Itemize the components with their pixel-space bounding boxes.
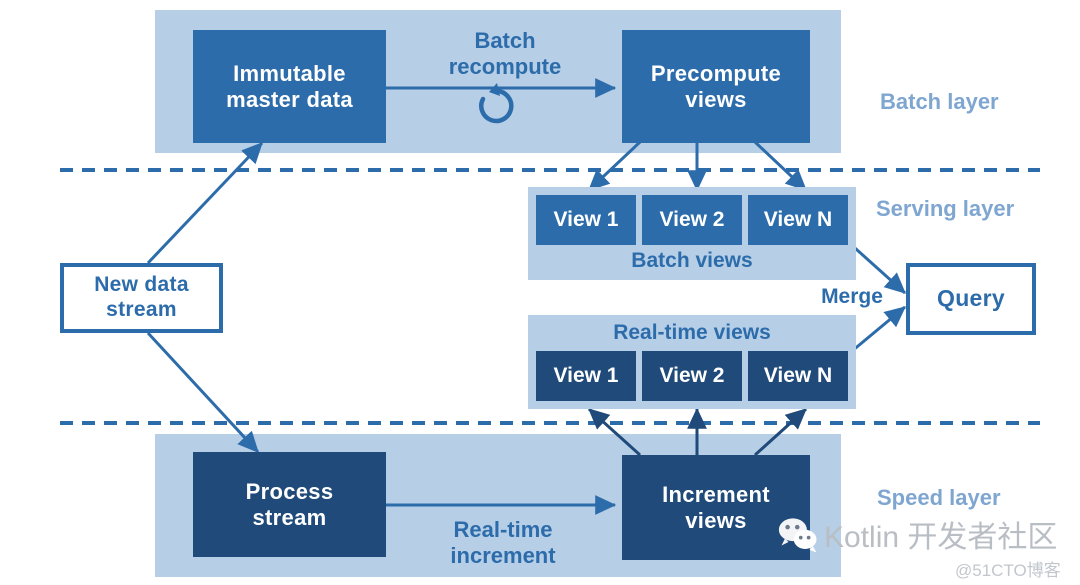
- node-precompute-views-label: Precompute views: [650, 60, 782, 112]
- real-time-view-2[interactable]: View 2: [642, 351, 742, 401]
- watermark-brand: Kotlin 开发者社区: [824, 521, 1058, 554]
- layer-label-speed: Speed layer: [877, 485, 1001, 510]
- edge-newdata-to-master: [146, 141, 264, 265]
- group-batch-views-caption: Batch views: [631, 249, 753, 272]
- batch-view-2-label: View 2: [659, 208, 725, 231]
- batch-view-1[interactable]: View 1: [536, 195, 636, 245]
- node-immutable-master-data-label: Immutable master data: [226, 60, 353, 112]
- watermark-source: @51CTO博客: [955, 561, 1061, 580]
- node-increment-views-label: Increment views: [662, 481, 770, 533]
- group-batch-views: View 1 View 2 View N Batch views: [528, 187, 856, 280]
- real-time-view-n[interactable]: View N: [748, 351, 848, 401]
- edge-label-merge: Merge: [821, 285, 883, 308]
- batch-view-1-label: View 1: [553, 208, 619, 231]
- edge-label-real-time-increment: Real-time increment: [450, 517, 556, 568]
- node-query[interactable]: Query: [906, 263, 1036, 335]
- node-process-stream-label: Process stream: [245, 478, 334, 530]
- real-time-view-2-label: View 2: [659, 364, 725, 387]
- batch-view-n[interactable]: View N: [748, 195, 848, 245]
- group-real-time-views-caption: Real-time views: [613, 321, 771, 344]
- layer-label-batch: Batch layer: [880, 89, 999, 114]
- batch-view-2[interactable]: View 2: [642, 195, 742, 245]
- node-new-data-stream-label: New data stream: [94, 273, 189, 321]
- node-query-label: Query: [937, 285, 1005, 312]
- real-time-view-1[interactable]: View 1: [536, 351, 636, 401]
- node-process-stream[interactable]: Process stream: [193, 452, 386, 557]
- node-new-data-stream[interactable]: New data stream: [60, 263, 223, 333]
- real-time-view-n-label: View N: [763, 364, 833, 387]
- batch-view-n-label: View N: [763, 208, 833, 231]
- layer-label-serving: Serving layer: [876, 196, 1015, 221]
- node-precompute-views[interactable]: Precompute views: [622, 30, 810, 143]
- edge-label-batch-recompute: Batch recompute: [448, 28, 562, 79]
- lambda-architecture-diagram: New data stream Immutable master data Pr…: [0, 0, 1080, 585]
- wechat-logo-icon: [778, 518, 817, 553]
- real-time-view-1-label: View 1: [553, 364, 619, 387]
- group-real-time-views: Real-time views View 1 View 2 View N: [528, 315, 856, 409]
- node-immutable-master-data[interactable]: Immutable master data: [193, 30, 386, 143]
